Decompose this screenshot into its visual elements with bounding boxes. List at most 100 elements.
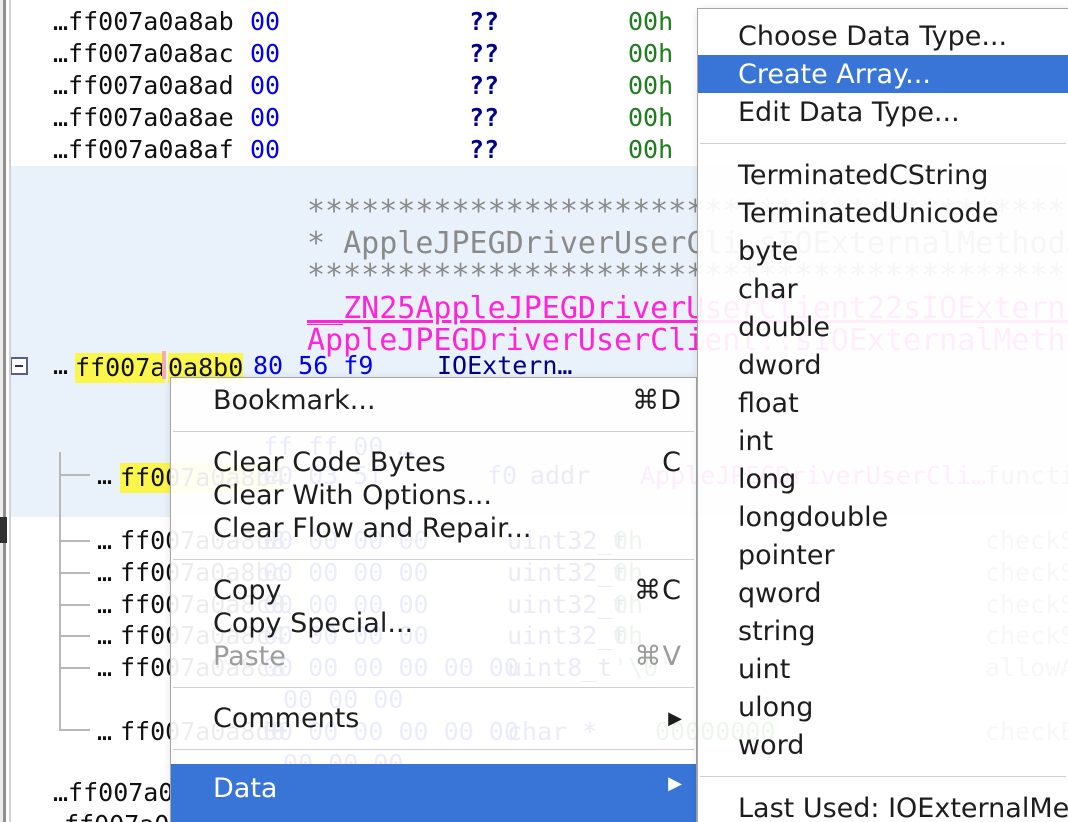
listing-text: 00h xyxy=(628,9,673,35)
listing-text: … xyxy=(97,463,112,489)
menu-item-label: long xyxy=(738,464,796,495)
menu-item-label: Edit Data Type... xyxy=(738,97,960,128)
menu-item-terminatedunicode[interactable]: TerminatedUnicode xyxy=(698,194,1068,232)
listing-text: … xyxy=(97,623,112,649)
listing-text: 00 xyxy=(250,73,280,99)
listing-text: ?? xyxy=(469,73,499,99)
listing-text: …ff007a0a8ac xyxy=(53,41,234,67)
tree-line xyxy=(59,572,90,574)
menu-item-label: double xyxy=(738,312,830,343)
menu-item-double[interactable]: double xyxy=(698,308,1068,346)
menu-item-clear-with-options[interactable]: Clear With Options... xyxy=(171,479,696,512)
listing-text: …ff007a0a8ab xyxy=(53,9,234,35)
menu-item-label: qword xyxy=(738,578,822,609)
menu-item-data[interactable]: Data▶ xyxy=(171,764,696,822)
menu-separator xyxy=(700,776,1066,777)
menu-separator xyxy=(173,431,694,432)
listing-text: … xyxy=(53,353,68,379)
menu-item-long[interactable]: long xyxy=(698,460,1068,498)
menu-item-char[interactable]: char xyxy=(698,270,1068,308)
menu-separator xyxy=(700,143,1066,144)
menu-item-last-used-ioexternalme[interactable]: Last Used: IOExternalMe xyxy=(698,789,1068,822)
menu-item-label: float xyxy=(738,388,799,419)
menu-item-clear-code-bytes[interactable]: Clear Code Bytes C xyxy=(171,446,696,479)
menu-item-choose-data-type[interactable]: Choose Data Type... xyxy=(698,17,1068,55)
menu-item-label: Clear Flow and Repair... xyxy=(213,513,532,544)
menu-item-label: word xyxy=(738,730,804,761)
tree-line xyxy=(59,474,90,476)
menu-item-dword[interactable]: dword xyxy=(698,346,1068,384)
menu-shortcut: C xyxy=(662,447,682,478)
listing-text: … xyxy=(97,719,112,745)
menu-item-copy[interactable]: Copy ⌘C xyxy=(171,574,696,607)
menu-item-comments[interactable]: Comments ▶ xyxy=(171,702,696,735)
listing-text: 00h xyxy=(628,73,673,99)
menu-item-label: Paste xyxy=(213,641,286,672)
menu-item-label: Clear Code Bytes xyxy=(213,447,446,478)
submenu-arrow-icon: ▶ xyxy=(668,708,682,729)
menu-item-label: Create Array... xyxy=(738,59,931,90)
text-cursor xyxy=(162,351,166,379)
tree-line xyxy=(59,540,90,542)
menu-item-label: int xyxy=(738,426,773,457)
listing-text: … xyxy=(97,560,112,586)
listing-text: 00h xyxy=(628,137,673,163)
listing-text: …ff007a0a8af xyxy=(53,137,234,163)
menu-item-ulong[interactable]: ulong xyxy=(698,688,1068,726)
listing-text: ?? xyxy=(469,137,499,163)
listing-text: ?? xyxy=(469,105,499,131)
listing-text: 00 xyxy=(250,105,280,131)
tree-line xyxy=(59,667,90,669)
tree-line xyxy=(59,729,90,731)
menu-item-edit-data-type[interactable]: Edit Data Type... xyxy=(698,93,1068,131)
menu-separator xyxy=(173,687,694,688)
menu-item-byte[interactable]: byte xyxy=(698,232,1068,270)
listing-text: … xyxy=(97,528,112,554)
menu-item-uint[interactable]: uint xyxy=(698,650,1068,688)
menu-item-bookmark[interactable]: Bookmark... ⌘D xyxy=(171,384,696,417)
menu-item-create-array[interactable]: Create Array... xyxy=(698,55,1068,93)
menu-item-pointer[interactable]: pointer xyxy=(698,536,1068,574)
menu-item-label: string xyxy=(738,616,816,647)
listing-text: 00h xyxy=(628,105,673,131)
menu-item-longdouble[interactable]: longdouble xyxy=(698,498,1068,536)
menu-shortcut: ⌘D xyxy=(632,385,682,416)
listing-text: … xyxy=(97,592,112,618)
collapse-toggle-icon[interactable] xyxy=(10,357,28,375)
splitter-handle[interactable] xyxy=(0,517,7,543)
menu-shortcut: ⌘V xyxy=(635,641,682,672)
menu-shortcut: ⌘C xyxy=(634,575,682,606)
menu-item-paste[interactable]: Paste ⌘V xyxy=(171,640,696,673)
menu-item-float[interactable]: float xyxy=(698,384,1068,422)
menu-item-label: Bookmark... xyxy=(213,385,376,416)
menu-item-label: ulong xyxy=(738,692,813,723)
listing-text: 00 xyxy=(250,41,280,67)
listing-text: … xyxy=(97,655,112,681)
listing-text: 00 xyxy=(250,9,280,35)
menu-item-label: TerminatedCString xyxy=(738,160,988,191)
menu-item-label: TerminatedUnicode xyxy=(738,198,998,229)
menu-item-label: Comments xyxy=(213,703,359,734)
menu-item-label: Copy Special... xyxy=(213,608,413,639)
listing-text: 80 56 f9 xyxy=(253,353,373,379)
ghidra-listing-screen: …ff007a0a8ab00??00h…ff007a0a8ac00??00h…f… xyxy=(0,0,1068,822)
listing-text: 00 xyxy=(250,137,280,163)
tree-line xyxy=(59,635,90,637)
menu-item-label: Copy xyxy=(213,575,282,606)
panel-border xyxy=(3,0,6,822)
tree-line xyxy=(59,452,61,731)
menu-separator xyxy=(173,749,694,750)
menu-item-copy-special[interactable]: Copy Special... xyxy=(171,607,696,640)
menu-item-terminatedcstring[interactable]: TerminatedCString xyxy=(698,156,1068,194)
submenu-arrow-icon: ▶ xyxy=(668,773,682,794)
tree-line xyxy=(59,604,90,606)
menu-item-qword[interactable]: qword xyxy=(698,574,1068,612)
listing-text: 00h xyxy=(628,41,673,67)
menu-item-word[interactable]: word xyxy=(698,726,1068,764)
menu-item-label: pointer xyxy=(738,540,835,571)
listing-text: ?? xyxy=(469,41,499,67)
menu-item-clear-flow-and-repair[interactable]: Clear Flow and Repair... xyxy=(171,512,696,545)
menu-item-string[interactable]: string xyxy=(698,612,1068,650)
panel-border xyxy=(9,0,11,822)
menu-item-int[interactable]: int xyxy=(698,422,1068,460)
